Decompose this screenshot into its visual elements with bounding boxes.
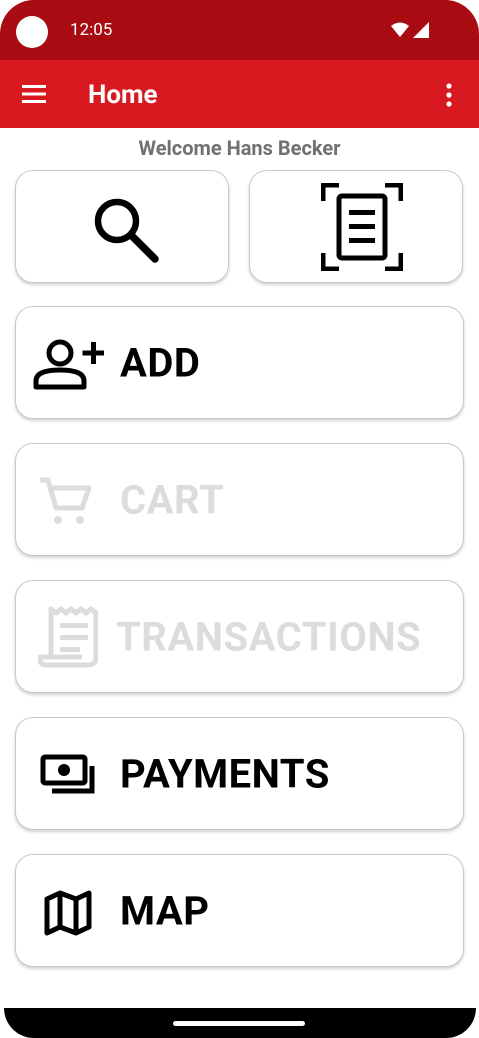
payments-label: PAYMENTS <box>120 750 330 797</box>
transactions-button[interactable]: TRANSACTIONS <box>15 580 464 693</box>
map-button[interactable]: MAP <box>15 854 464 967</box>
payments-button[interactable]: PAYMENTS <box>15 717 464 830</box>
cart-button[interactable]: CART <box>15 443 464 556</box>
home-gesture-handle[interactable] <box>173 1021 305 1026</box>
status-icons <box>391 22 429 41</box>
receipt-icon <box>38 606 98 668</box>
navigation-bar <box>4 1008 476 1038</box>
add-label: ADD <box>120 339 201 386</box>
transactions-label: TRANSACTIONS <box>116 613 422 660</box>
map-icon <box>44 890 92 936</box>
welcome-text: Welcome Hans Becker <box>138 136 341 160</box>
wifi-icon <box>391 22 410 37</box>
scan-button[interactable] <box>249 170 463 283</box>
cart-icon <box>40 477 92 524</box>
app-bar: Home <box>0 60 479 128</box>
payments-icon <box>40 754 95 794</box>
menu-icon[interactable] <box>22 84 46 104</box>
search-icon <box>94 198 159 263</box>
more-options-icon[interactable] <box>439 82 459 108</box>
search-button[interactable] <box>15 170 229 283</box>
signal-icon <box>413 22 429 38</box>
cart-label: CART <box>120 476 225 523</box>
page-title: Home <box>88 80 158 110</box>
add-button[interactable]: ADD <box>15 306 464 419</box>
map-label: MAP <box>120 887 210 934</box>
status-bar: 12:05 <box>0 0 479 60</box>
document-scanner-icon <box>321 183 403 271</box>
camera-cutout <box>16 16 48 48</box>
status-time: 12:05 <box>70 20 113 40</box>
person-add-icon <box>33 339 104 390</box>
